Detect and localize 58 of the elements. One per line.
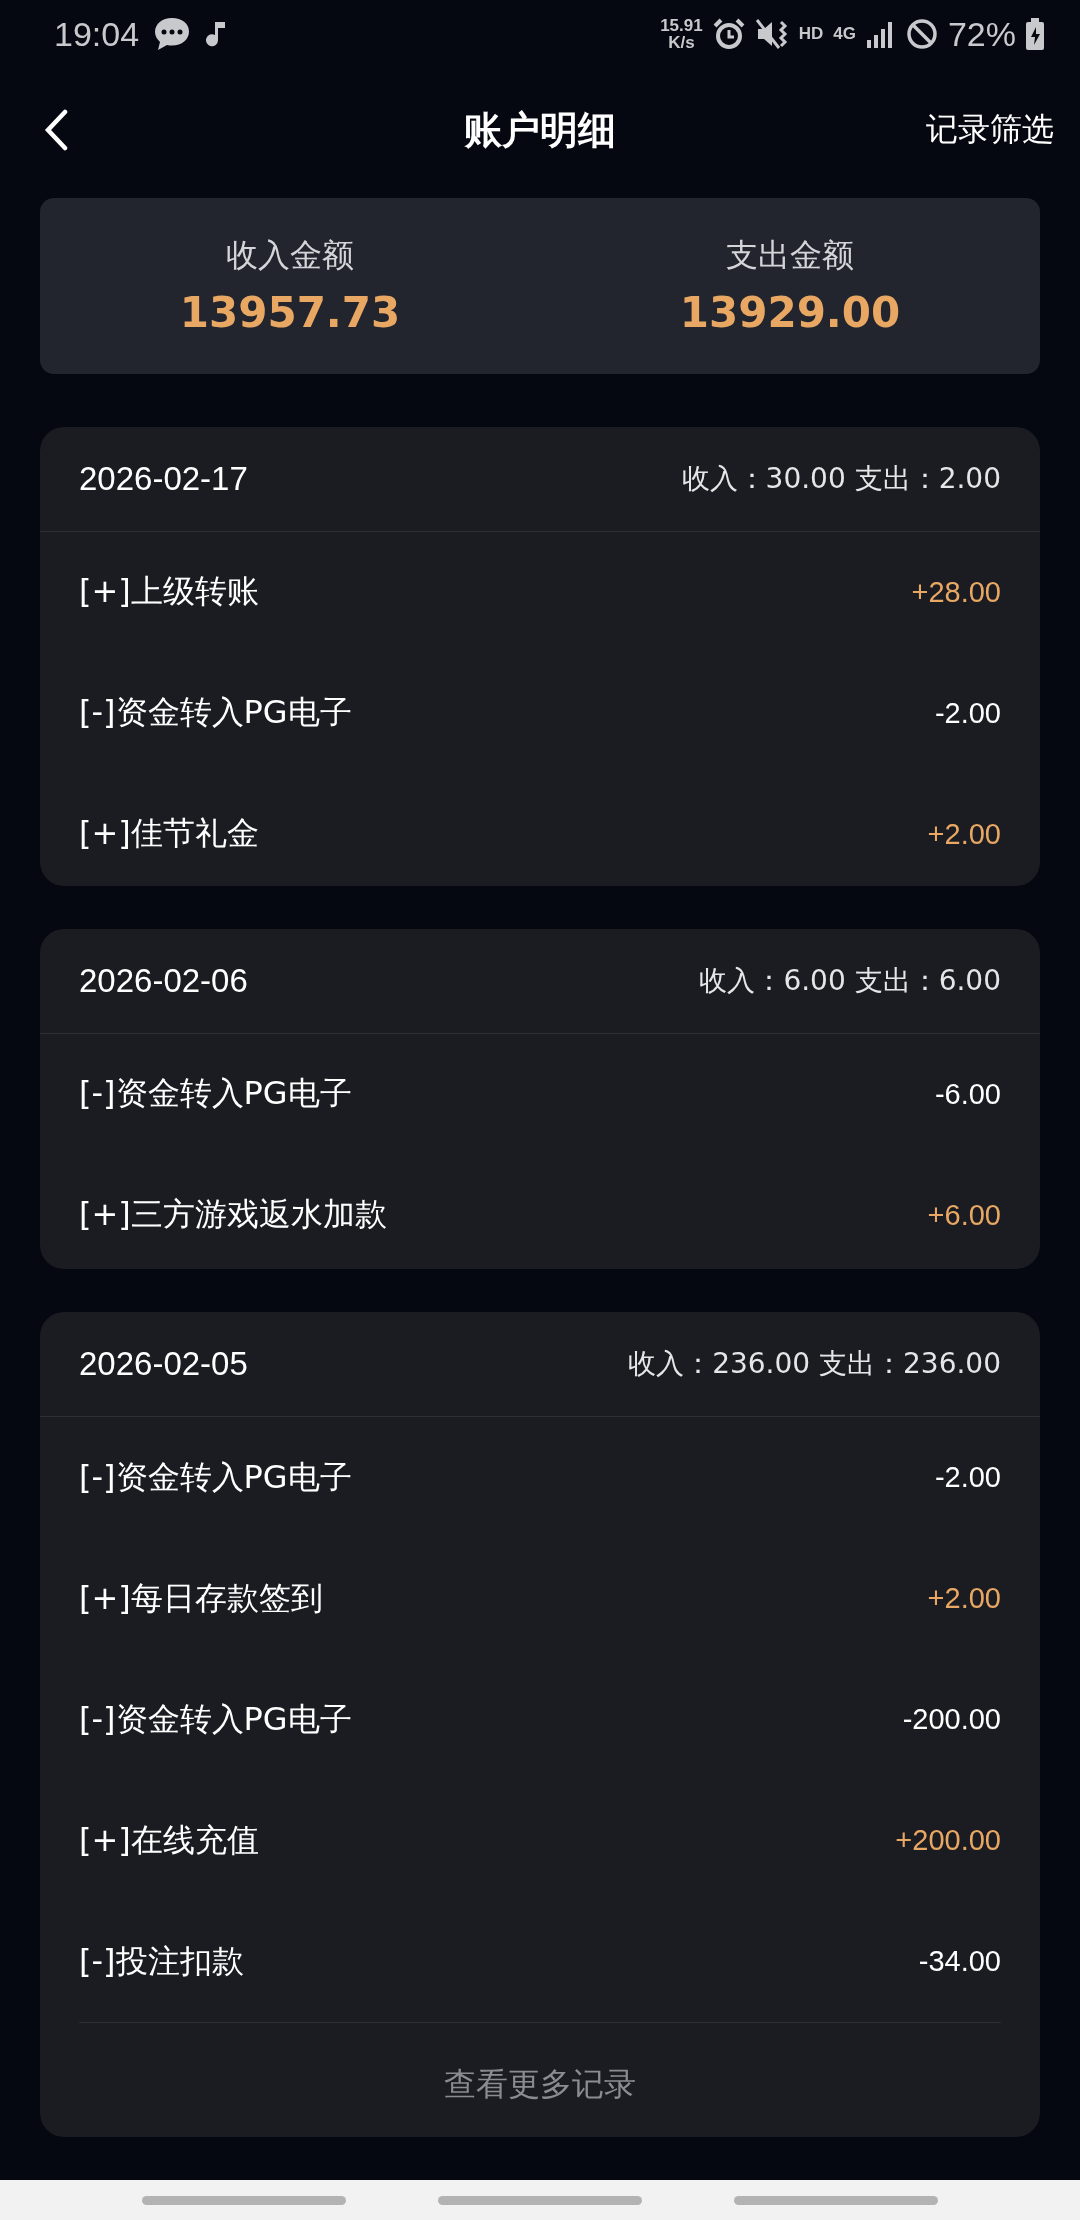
alarm-clock-icon bbox=[712, 18, 745, 50]
transaction-amount: +2.00 bbox=[927, 1582, 1001, 1616]
transaction-row[interactable]: [-]资金转入PG电子 -2.00 bbox=[40, 1417, 1040, 1539]
transaction-row[interactable]: [+]在线充值 +200.00 bbox=[40, 1780, 1040, 1902]
summary-amount: 13957.73 bbox=[179, 288, 401, 338]
back-icon[interactable] bbox=[44, 109, 68, 151]
day-totals: 收入：30.00 支出：2.00 bbox=[681, 460, 1001, 497]
transaction-title: [+]每日存款签到 bbox=[79, 1577, 323, 1619]
view-more-link[interactable]: 查看更多记录 bbox=[444, 2063, 636, 2108]
transaction-row[interactable]: [+]每日存款签到 +2.00 bbox=[40, 1538, 1040, 1660]
date-label: 2026-02-05 bbox=[79, 1345, 248, 1384]
music-note-icon bbox=[205, 20, 228, 48]
transaction-row[interactable]: [-]资金转入PG电子 -6.00 bbox=[40, 1033, 1040, 1155]
transaction-title: [-]资金转入PG电子 bbox=[79, 1456, 352, 1498]
battery-percent: 72% bbox=[947, 14, 1016, 54]
page-title: 账户明细 bbox=[464, 106, 616, 154]
battery-charging-icon bbox=[1026, 18, 1044, 50]
transaction-title: [+]佳节礼金 bbox=[79, 813, 259, 855]
transaction-title: [-]资金转入PG电子 bbox=[79, 692, 352, 734]
transaction-row[interactable]: [+]上级转账 +28.00 bbox=[40, 531, 1040, 653]
transaction-amount: +2.00 bbox=[927, 817, 1001, 851]
transaction-amount: -2.00 bbox=[934, 696, 1001, 730]
transaction-amount: +6.00 bbox=[927, 1198, 1001, 1232]
transaction-row[interactable]: [-]资金转入PG电子 -2.00 bbox=[40, 652, 1040, 774]
transaction-title: [+]在线充值 bbox=[79, 1819, 259, 1861]
transaction-amount: +200.00 bbox=[895, 1824, 1001, 1858]
transaction-title: [-]资金转入PG电子 bbox=[79, 1698, 352, 1740]
date-label: 2026-02-06 bbox=[79, 961, 248, 1000]
transaction-amount: -6.00 bbox=[934, 1077, 1001, 1111]
muted-vibrate-icon bbox=[754, 18, 789, 50]
summary-amount: 13929.00 bbox=[679, 288, 901, 338]
transaction-amount: -200.00 bbox=[902, 1703, 1001, 1737]
filter-button[interactable]: 记录筛选 bbox=[926, 108, 1054, 152]
day-totals: 收入：6.00 支出：6.00 bbox=[699, 962, 1001, 999]
transaction-title: [-]投注扣款 bbox=[79, 1940, 244, 1982]
transaction-title: [+]上级转账 bbox=[79, 571, 259, 613]
transaction-title: [+]三方游戏返水加款 bbox=[79, 1194, 387, 1236]
clock-time: 19:04 bbox=[54, 14, 140, 54]
transaction-row[interactable]: [-]资金转入PG电子 -200.00 bbox=[40, 1659, 1040, 1781]
network-type: 4G bbox=[833, 24, 856, 44]
transaction-row[interactable]: [+]佳节礼金 +2.00 bbox=[40, 773, 1040, 886]
transaction-row[interactable]: [+]三方游戏返水加款 +6.00 bbox=[40, 1154, 1040, 1270]
nav-handle[interactable] bbox=[734, 2195, 938, 2205]
nav-handle[interactable] bbox=[142, 2195, 346, 2205]
network-speed: 15.91 K/s bbox=[660, 17, 703, 51]
day-totals: 收入：236.00 支出：236.00 bbox=[628, 1346, 1001, 1383]
chat-bubble-icon bbox=[153, 16, 192, 52]
summary-label: 支出金额 bbox=[726, 235, 854, 277]
summary-label: 收入金额 bbox=[226, 235, 354, 277]
nav-handle[interactable] bbox=[438, 2195, 642, 2205]
hd-label: HD bbox=[798, 24, 824, 44]
transaction-amount: -2.00 bbox=[934, 1461, 1001, 1495]
transaction-row[interactable]: [-]投注扣款 -34.00 bbox=[40, 1901, 1040, 2023]
transaction-title: [-]资金转入PG电子 bbox=[79, 1073, 352, 1115]
date-label: 2026-02-17 bbox=[79, 459, 248, 498]
transaction-amount: +28.00 bbox=[911, 575, 1001, 609]
transaction-amount: -34.00 bbox=[918, 1945, 1001, 1979]
blocked-icon bbox=[905, 18, 938, 50]
